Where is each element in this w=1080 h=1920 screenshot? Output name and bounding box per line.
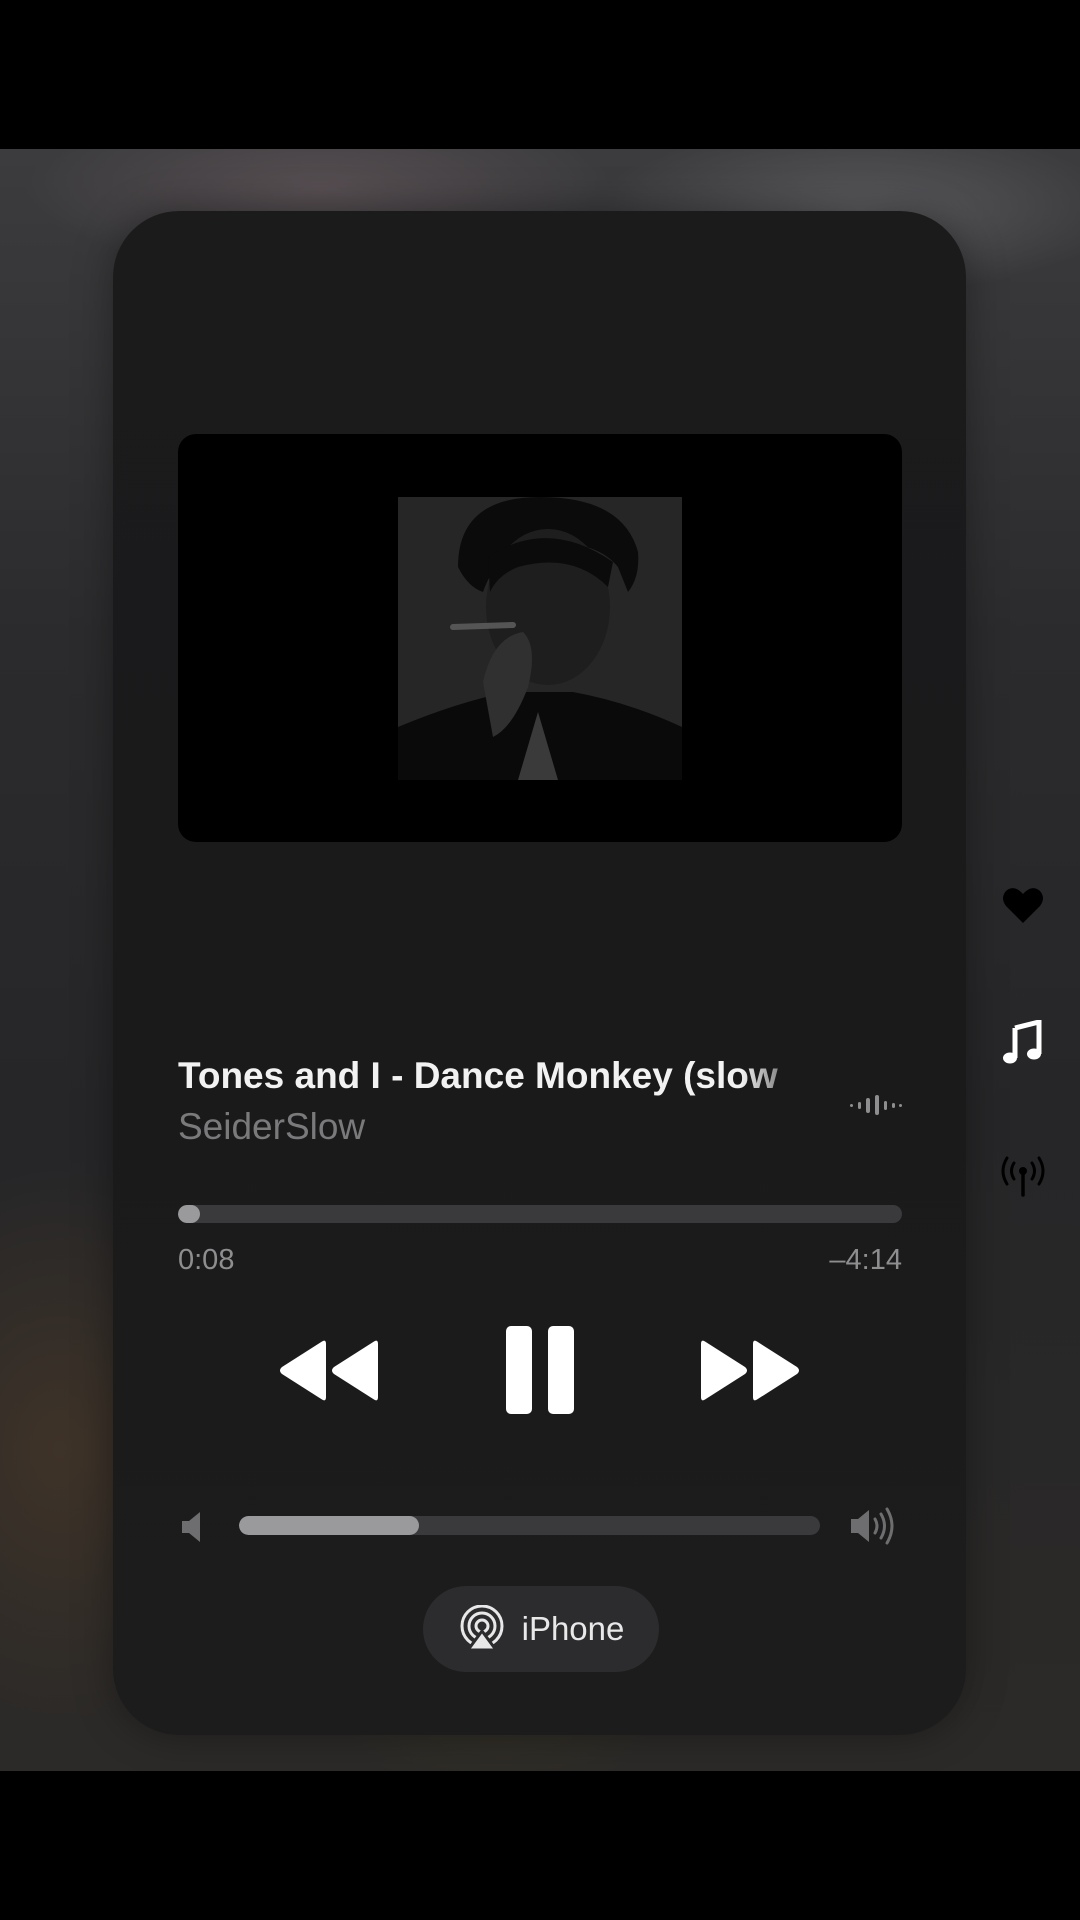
broadcast-antenna-icon[interactable] (1000, 1155, 1046, 1197)
album-artwork[interactable] (178, 434, 902, 842)
progress-fill (178, 1205, 200, 1223)
volume-slider[interactable] (239, 1516, 820, 1535)
rewind-button[interactable] (278, 1338, 380, 1403)
screen: Tones and I - Dance Monkey (slow SeiderS… (0, 0, 1080, 1920)
progress-scrubber[interactable] (178, 1205, 902, 1223)
track-title: Tones and I - Dance Monkey (slow (178, 1055, 778, 1096)
waveform-icon (850, 1095, 902, 1115)
heart-icon[interactable] (1002, 886, 1044, 924)
elapsed-time: 0:08 (178, 1244, 235, 1276)
artwork-image (398, 497, 682, 780)
airplay-icon (460, 1605, 504, 1652)
remaining-time: –4:14 (829, 1244, 902, 1276)
fast-forward-button[interactable] (699, 1338, 801, 1403)
pause-button[interactable] (504, 1324, 576, 1416)
pause-icon (506, 1326, 574, 1414)
speaker-high-icon (851, 1507, 894, 1545)
track-artist[interactable]: SeiderSlow (178, 1106, 365, 1148)
fast-forward-icon (701, 1340, 799, 1401)
airplay-output-button[interactable]: iPhone (423, 1586, 659, 1672)
output-device-label: iPhone (521, 1610, 625, 1647)
volume-fill (239, 1516, 420, 1535)
speaker-low-icon (182, 1512, 200, 1542)
music-note-icon[interactable] (1002, 1020, 1042, 1064)
rewind-icon (280, 1340, 378, 1401)
